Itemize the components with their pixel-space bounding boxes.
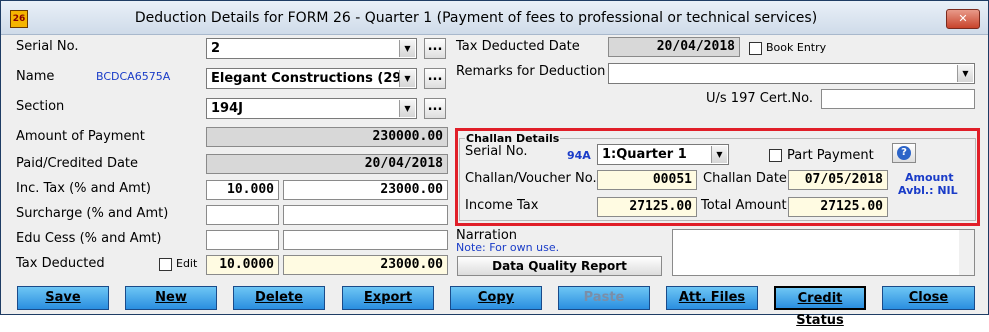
surcharge-amt-field[interactable] — [283, 205, 448, 225]
chevron-down-icon[interactable]: ▼ — [711, 146, 727, 163]
title-bar[interactable]: 26 Deduction Details for FORM 26 - Quart… — [1, 1, 988, 35]
paid-date-field[interactable]: 20/04/2018 — [206, 154, 448, 174]
surcharge-label: Surcharge (% and Amt) — [16, 206, 169, 221]
edu-cess-pct-field[interactable] — [206, 230, 279, 250]
narration-textarea[interactable] — [672, 229, 975, 276]
chevron-down-icon[interactable]: ▼ — [399, 70, 415, 87]
total-amount-label: Total Amount — [701, 198, 787, 213]
book-entry-checkbox[interactable] — [749, 42, 762, 55]
section-value: 194J — [211, 101, 243, 116]
serial-select[interactable]: 2 ▼ — [206, 38, 417, 59]
chevron-down-icon[interactable]: ▼ — [399, 100, 415, 117]
challan-date-label: Challan Date — [703, 171, 787, 186]
challan-serial-code: 94A — [567, 149, 591, 162]
income-tax-field[interactable]: 27125.00 — [597, 197, 697, 217]
serial-label: Serial No. — [16, 39, 79, 54]
cert-field[interactable] — [821, 89, 975, 109]
help-button[interactable]: ? — [892, 143, 916, 163]
chevron-down-icon[interactable]: ▼ — [399, 40, 415, 57]
inc-tax-pct-field[interactable]: 10.000 — [206, 180, 279, 200]
challan-voucher-label: Challan/Voucher No. — [465, 171, 597, 186]
name-pan: BCDCA6575A — [96, 70, 171, 83]
part-payment-checkbox[interactable] — [769, 149, 782, 162]
part-payment-label: Part Payment — [787, 148, 874, 163]
tax-deducted-date-field[interactable]: 20/04/2018 — [608, 37, 740, 57]
narration-note: Note: For own use. — [456, 241, 560, 254]
challan-serial-label: Serial No. — [465, 144, 528, 159]
name-select[interactable]: Elegant Constructions (29) ▼ — [206, 68, 417, 89]
tax-deducted-date-label: Tax Deducted Date — [456, 39, 580, 54]
export-button[interactable]: Export — [342, 286, 434, 310]
book-entry-label: Book Entry — [766, 41, 827, 54]
challan-serial-value: 1:Quarter 1 — [602, 147, 687, 162]
tax-deducted-amt-field[interactable]: 23000.00 — [283, 255, 448, 275]
save-button[interactable]: Save — [17, 286, 109, 310]
att-files-button[interactable]: Att. Files — [666, 286, 758, 310]
amount-available-line2: Avbl.: NIL — [898, 184, 958, 197]
tax-deducted-label: Tax Deducted — [16, 256, 105, 271]
surcharge-pct-field[interactable] — [206, 205, 279, 225]
inc-tax-amt-field[interactable]: 23000.00 — [283, 180, 448, 200]
paste-button[interactable]: Paste — [558, 286, 650, 310]
amount-label: Amount of Payment — [16, 129, 145, 144]
help-icon: ? — [897, 146, 911, 160]
delete-button[interactable]: Delete — [233, 286, 325, 310]
cert-label: U/s 197 Cert.No. — [706, 91, 813, 106]
edu-cess-amt-field[interactable] — [283, 230, 448, 250]
close-window-button[interactable]: ✕ — [946, 9, 980, 29]
tax-deducted-pct-field[interactable]: 10.0000 — [206, 255, 279, 275]
inc-tax-label: Inc. Tax (% and Amt) — [16, 181, 151, 196]
deduction-details-window: 26 Deduction Details for FORM 26 - Quart… — [0, 0, 989, 328]
total-amount-field[interactable]: 27125.00 — [788, 197, 888, 217]
amount-field[interactable]: 230000.00 — [206, 127, 448, 147]
narration-scrollbar[interactable] — [959, 230, 974, 275]
section-browse-button[interactable]: ... — [424, 98, 446, 119]
challan-voucher-field[interactable]: 00051 — [597, 170, 697, 190]
chevron-down-icon[interactable]: ▼ — [957, 65, 973, 82]
window-title: Deduction Details for FORM 26 - Quarter … — [134, 10, 818, 26]
section-select[interactable]: 194J ▼ — [206, 98, 417, 119]
challan-serial-select[interactable]: 1:Quarter 1 ▼ — [597, 144, 729, 165]
remarks-select[interactable]: ▼ — [608, 63, 975, 84]
name-value: Elegant Constructions (29) — [211, 71, 408, 86]
remarks-label: Remarks for Deduction — [456, 64, 606, 79]
copy-button[interactable]: Copy — [450, 286, 542, 310]
paid-date-label: Paid/Credited Date — [16, 156, 139, 171]
new-button[interactable]: New — [125, 286, 217, 310]
income-tax-label: Income Tax — [465, 198, 539, 213]
close-button[interactable]: Close — [882, 286, 975, 310]
edit-checkbox[interactable] — [159, 258, 172, 271]
amount-available-line1: Amount — [905, 171, 954, 184]
app-icon: 26 — [10, 10, 28, 28]
serial-value: 2 — [211, 41, 221, 56]
name-browse-button[interactable]: ... — [424, 68, 446, 89]
challan-date-field[interactable]: 07/05/2018 — [788, 170, 888, 190]
credit-status-button[interactable]: Credit Status — [774, 286, 866, 328]
edu-cess-label: Edu Cess (% and Amt) — [16, 231, 162, 246]
edit-label: Edit — [176, 257, 198, 270]
section-label: Section — [16, 99, 65, 114]
name-label: Name — [16, 69, 55, 84]
serial-browse-button[interactable]: ... — [424, 38, 446, 59]
data-quality-report-button[interactable]: Data Quality Report — [457, 256, 662, 276]
